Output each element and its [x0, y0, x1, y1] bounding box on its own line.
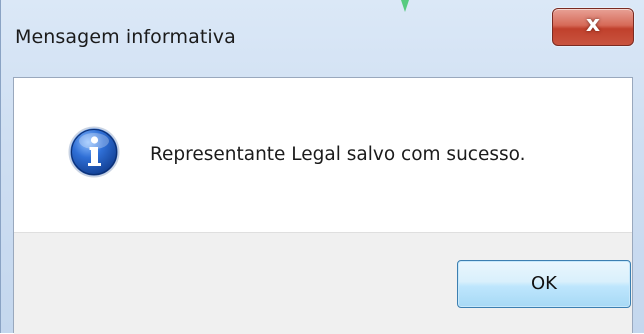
dialog-body: Representante Legal salvo com sucesso. O… — [13, 77, 633, 334]
close-icon: x — [585, 12, 601, 37]
button-area: OK — [14, 232, 632, 334]
close-button[interactable]: x — [552, 8, 634, 46]
message-text: Representante Legal salvo com sucesso. — [150, 144, 526, 165]
ok-button[interactable]: OK — [457, 260, 631, 308]
information-icon — [68, 126, 120, 178]
dialog-title: Mensagem informativa — [15, 26, 236, 48]
title-bar[interactable]: Mensagem informativa x — [1, 0, 644, 74]
dialog-window: Mensagem informativa x Representante Leg… — [0, 0, 644, 334]
message-area: Representante Legal salvo com sucesso. — [14, 78, 632, 232]
